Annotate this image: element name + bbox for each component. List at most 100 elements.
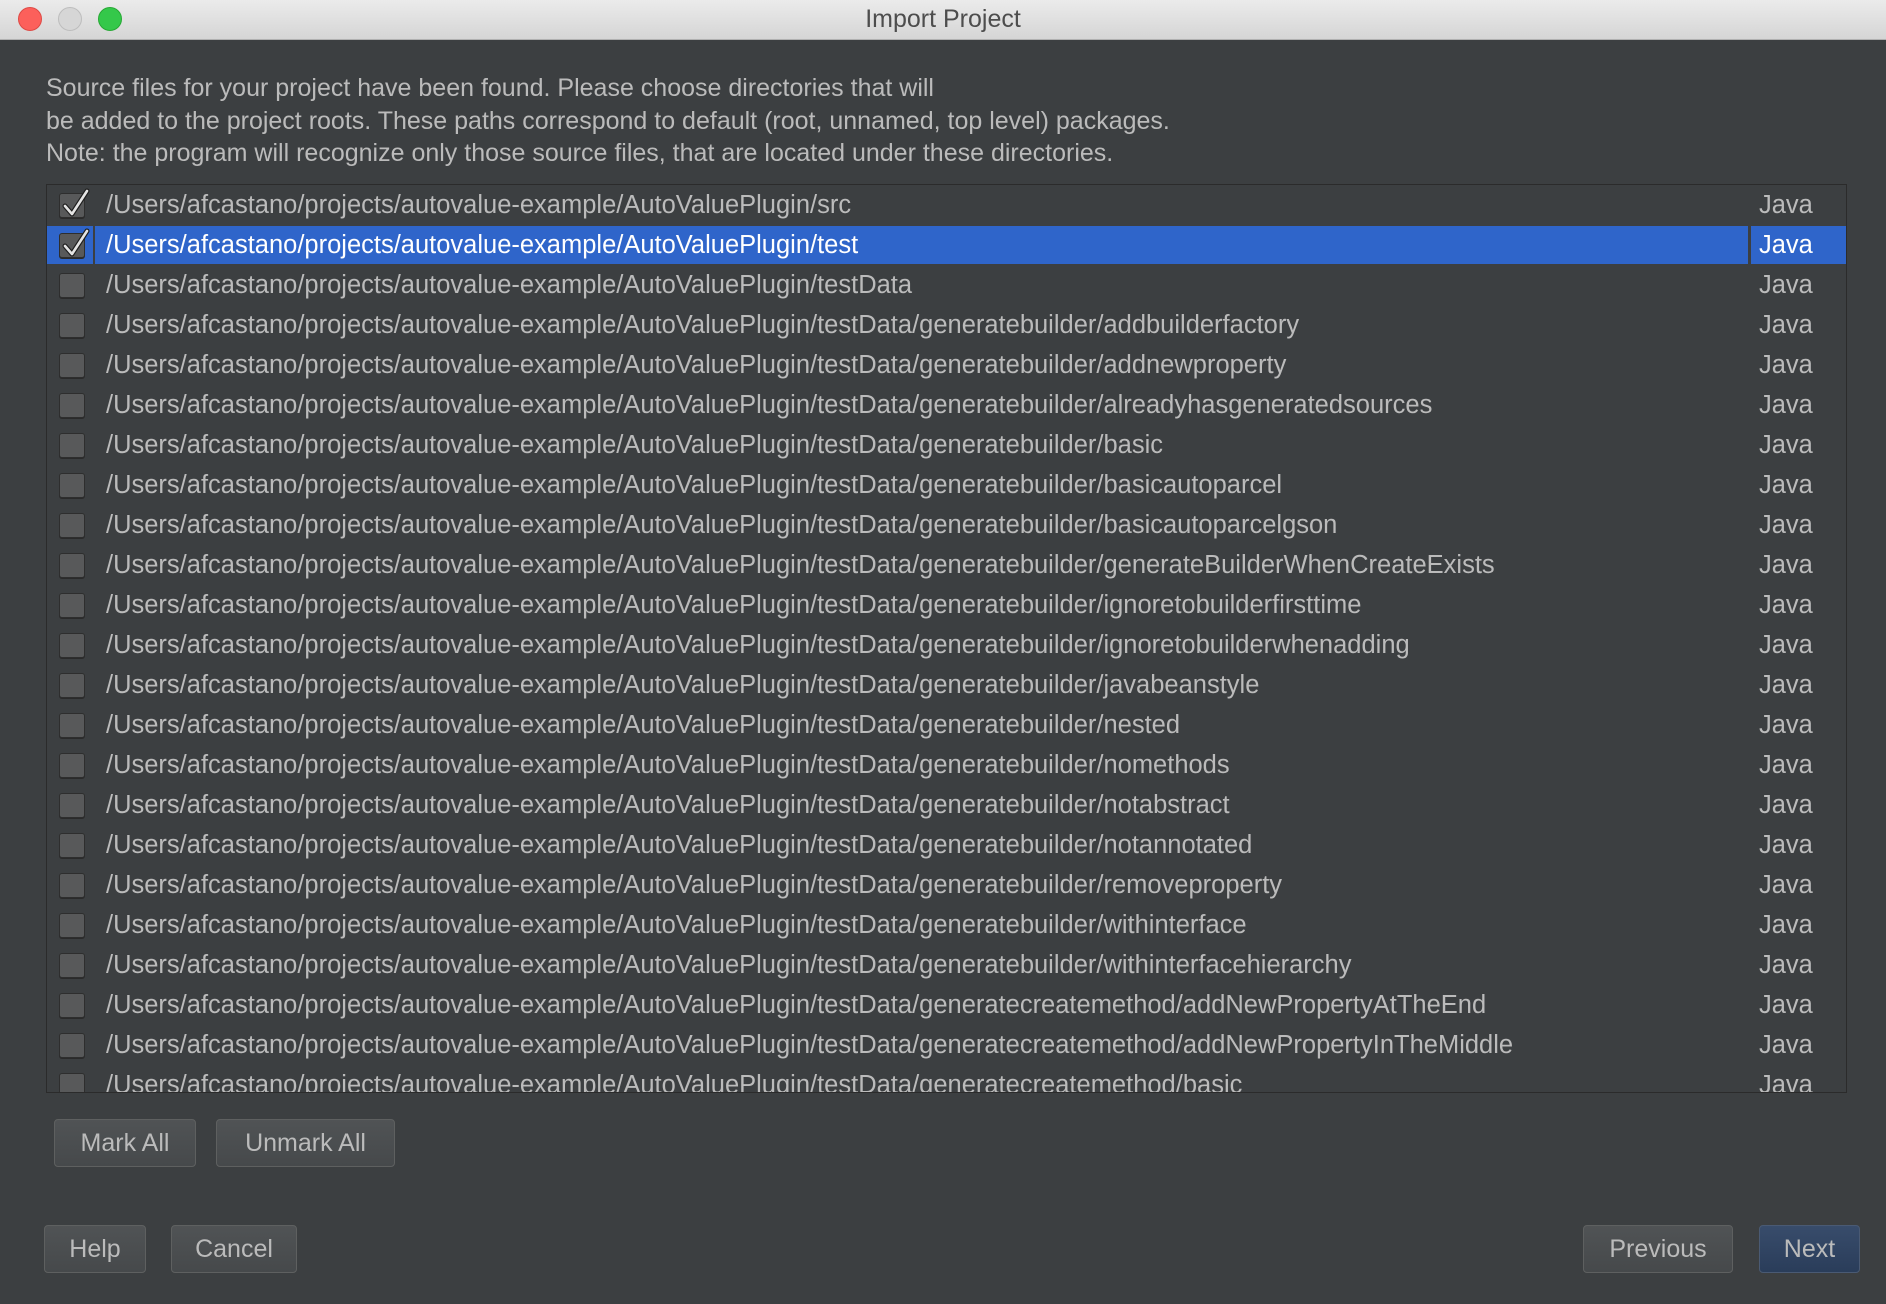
root-type: Java xyxy=(1759,1071,1813,1093)
list-item[interactable]: /Users/afcastano/projects/autovalue-exam… xyxy=(47,945,1846,985)
root-type: Java xyxy=(1759,991,1813,1019)
previous-button[interactable]: Previous xyxy=(1583,1225,1733,1273)
root-type: Java xyxy=(1759,351,1813,379)
root-path: /Users/afcastano/projects/autovalue-exam… xyxy=(106,191,852,219)
root-checkbox[interactable] xyxy=(59,953,85,978)
window-title: Import Project xyxy=(865,5,1021,33)
root-path: /Users/afcastano/projects/autovalue-exam… xyxy=(106,671,1260,699)
root-path: /Users/afcastano/projects/autovalue-exam… xyxy=(106,751,1230,779)
root-type: Java xyxy=(1759,1031,1813,1059)
root-checkbox[interactable] xyxy=(59,753,85,778)
list-item[interactable]: /Users/afcastano/projects/autovalue-exam… xyxy=(47,825,1846,865)
list-item[interactable]: /Users/afcastano/projects/autovalue-exam… xyxy=(47,385,1846,425)
root-type: Java xyxy=(1759,751,1813,779)
root-type: Java xyxy=(1759,391,1813,419)
minimize-window-button[interactable] xyxy=(58,7,82,31)
root-type: Java xyxy=(1759,431,1813,459)
list-item[interactable]: /Users/afcastano/projects/autovalue-exam… xyxy=(47,905,1846,945)
root-path: /Users/afcastano/projects/autovalue-exam… xyxy=(106,631,1410,659)
root-type: Java xyxy=(1759,591,1813,619)
root-path: /Users/afcastano/projects/autovalue-exam… xyxy=(106,551,1495,579)
root-checkbox[interactable] xyxy=(59,833,85,858)
root-path: /Users/afcastano/projects/autovalue-exam… xyxy=(106,911,1247,939)
root-type: Java xyxy=(1759,551,1813,579)
root-checkbox[interactable] xyxy=(59,873,85,898)
root-checkbox[interactable] xyxy=(59,273,85,298)
zoom-window-button[interactable] xyxy=(98,7,122,31)
description-line: Source files for your project have been … xyxy=(46,74,934,102)
root-type: Java xyxy=(1759,671,1813,699)
unmark-all-button[interactable]: Unmark All xyxy=(216,1119,395,1167)
root-path: /Users/afcastano/projects/autovalue-exam… xyxy=(106,791,1230,819)
root-path: /Users/afcastano/projects/autovalue-exam… xyxy=(106,311,1300,339)
root-checkbox[interactable] xyxy=(59,1073,85,1092)
list-item[interactable]: /Users/afcastano/projects/autovalue-exam… xyxy=(47,985,1846,1025)
list-item[interactable]: /Users/afcastano/projects/autovalue-exam… xyxy=(47,225,1846,265)
root-path: /Users/afcastano/projects/autovalue-exam… xyxy=(106,951,1352,979)
root-path: /Users/afcastano/projects/autovalue-exam… xyxy=(106,231,859,259)
root-type: Java xyxy=(1759,631,1813,659)
list-item[interactable]: /Users/afcastano/projects/autovalue-exam… xyxy=(47,1065,1846,1093)
list-item[interactable]: /Users/afcastano/projects/autovalue-exam… xyxy=(47,865,1846,905)
root-path: /Users/afcastano/projects/autovalue-exam… xyxy=(106,591,1362,619)
list-item[interactable]: /Users/afcastano/projects/autovalue-exam… xyxy=(47,785,1846,825)
list-item[interactable]: /Users/afcastano/projects/autovalue-exam… xyxy=(47,625,1846,665)
root-checkbox[interactable] xyxy=(59,793,85,818)
root-type: Java xyxy=(1759,271,1813,299)
root-checkbox[interactable] xyxy=(59,993,85,1018)
root-path: /Users/afcastano/projects/autovalue-exam… xyxy=(106,711,1181,739)
root-type: Java xyxy=(1759,711,1813,739)
list-item[interactable]: /Users/afcastano/projects/autovalue-exam… xyxy=(47,465,1846,505)
root-checkbox[interactable] xyxy=(59,433,85,458)
root-path: /Users/afcastano/projects/autovalue-exam… xyxy=(106,351,1287,379)
root-checkbox[interactable] xyxy=(59,713,85,738)
source-roots-list[interactable]: /Users/afcastano/projects/autovalue-exam… xyxy=(46,184,1847,1093)
list-item[interactable]: /Users/afcastano/projects/autovalue-exam… xyxy=(47,505,1846,545)
root-checkbox[interactable] xyxy=(59,673,85,698)
root-type: Java xyxy=(1759,471,1813,499)
list-item[interactable]: /Users/afcastano/projects/autovalue-exam… xyxy=(47,265,1846,305)
list-item[interactable]: /Users/afcastano/projects/autovalue-exam… xyxy=(47,305,1846,345)
list-item[interactable]: /Users/afcastano/projects/autovalue-exam… xyxy=(47,585,1846,625)
root-checkbox[interactable] xyxy=(59,1033,85,1058)
root-type: Java xyxy=(1759,951,1813,979)
root-type: Java xyxy=(1759,511,1813,539)
root-checkbox[interactable] xyxy=(59,513,85,538)
root-path: /Users/afcastano/projects/autovalue-exam… xyxy=(106,991,1487,1019)
root-checkbox[interactable] xyxy=(59,313,85,338)
root-checkbox[interactable] xyxy=(59,228,90,258)
next-button[interactable]: Next xyxy=(1759,1225,1860,1273)
mark-all-button[interactable]: Mark All xyxy=(54,1119,196,1167)
root-checkbox[interactable] xyxy=(59,188,90,218)
list-item[interactable]: /Users/afcastano/projects/autovalue-exam… xyxy=(47,745,1846,785)
root-path: /Users/afcastano/projects/autovalue-exam… xyxy=(106,391,1433,419)
close-window-button[interactable] xyxy=(18,7,42,31)
root-checkbox[interactable] xyxy=(59,473,85,498)
help-button[interactable]: Help xyxy=(44,1225,146,1273)
root-checkbox[interactable] xyxy=(59,633,85,658)
description: Source files for your project have been … xyxy=(46,72,1170,170)
description-line: Note: the program will recognize only th… xyxy=(46,139,1114,167)
list-item[interactable]: /Users/afcastano/projects/autovalue-exam… xyxy=(47,345,1846,385)
root-type: Java xyxy=(1759,831,1813,859)
root-checkbox[interactable] xyxy=(59,393,85,418)
root-checkbox[interactable] xyxy=(59,353,85,378)
root-path: /Users/afcastano/projects/autovalue-exam… xyxy=(106,471,1283,499)
root-type: Java xyxy=(1759,911,1813,939)
root-type: Java xyxy=(1759,791,1813,819)
root-path: /Users/afcastano/projects/autovalue-exam… xyxy=(106,1031,1514,1059)
root-checkbox[interactable] xyxy=(59,913,85,938)
list-item[interactable]: /Users/afcastano/projects/autovalue-exam… xyxy=(47,705,1846,745)
list-item[interactable]: /Users/afcastano/projects/autovalue-exam… xyxy=(47,1025,1846,1065)
root-path: /Users/afcastano/projects/autovalue-exam… xyxy=(106,871,1283,899)
list-item[interactable]: /Users/afcastano/projects/autovalue-exam… xyxy=(47,665,1846,705)
list-item[interactable]: /Users/afcastano/projects/autovalue-exam… xyxy=(47,185,1846,225)
root-checkbox[interactable] xyxy=(59,553,85,578)
list-item[interactable]: /Users/afcastano/projects/autovalue-exam… xyxy=(47,425,1846,465)
list-item[interactable]: /Users/afcastano/projects/autovalue-exam… xyxy=(47,545,1846,585)
root-checkbox[interactable] xyxy=(59,593,85,618)
cancel-button[interactable]: Cancel xyxy=(171,1225,297,1273)
root-path: /Users/afcastano/projects/autovalue-exam… xyxy=(106,271,913,299)
root-path: /Users/afcastano/projects/autovalue-exam… xyxy=(106,831,1253,859)
checkmark-icon xyxy=(62,188,90,217)
